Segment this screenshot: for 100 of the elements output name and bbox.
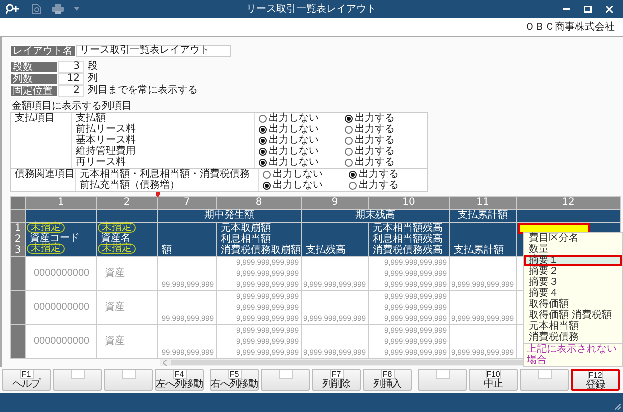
- unassigned-tag[interactable]: 未指定: [27, 244, 65, 254]
- company-name: ＯＢＣ商事株式会社: [525, 20, 615, 34]
- row-number: 1: [14, 223, 22, 234]
- column-group-header: 支払累計額: [450, 210, 516, 222]
- radio-button[interactable]: [345, 114, 353, 122]
- option-label: 出力する: [359, 180, 399, 191]
- resize-grip-icon[interactable]: [615, 404, 621, 410]
- row-number: 3: [14, 245, 22, 256]
- unassigned-tag[interactable]: 未指定: [98, 244, 136, 254]
- list-item[interactable]: 摘要３: [524, 277, 622, 288]
- category-label: 債務関連項目: [14, 169, 75, 182]
- column-header[interactable]: 元本取崩額: [221, 223, 271, 234]
- category-label: 支払項目: [14, 113, 56, 126]
- list-item[interactable]: 摘要１: [524, 255, 622, 266]
- radio-button[interactable]: [345, 158, 353, 166]
- list-item[interactable]: 数量: [524, 244, 622, 255]
- field-label: 列数: [10, 73, 58, 85]
- split-marker-icon[interactable]: [156, 192, 160, 198]
- radio-button[interactable]: [345, 126, 353, 134]
- item-label: 前払充当額（債務増）: [80, 180, 180, 191]
- option-label: 出力しない: [273, 180, 323, 191]
- cell-text: 資産: [105, 302, 125, 313]
- row-number: 2: [14, 234, 22, 245]
- column-group-header: 期中発生額: [158, 210, 301, 222]
- function-key-button[interactable]: F7 列削除: [312, 369, 361, 391]
- option-label: 出力しない: [273, 169, 323, 180]
- number-field[interactable]: 2: [58, 85, 84, 97]
- function-key-button[interactable]: F1 ヘルプ: [2, 369, 51, 391]
- column-header[interactable]: 消費税債務取崩額: [221, 245, 301, 256]
- option-label: 出力しない: [269, 135, 319, 146]
- window-title: リース取引一覧表レイアウト: [246, 2, 376, 16]
- row-header-cell: [11, 325, 25, 358]
- item-label: 維持管理費用: [76, 146, 136, 157]
- radio-button[interactable]: [259, 126, 267, 134]
- option-label: 出力する: [355, 124, 395, 135]
- column-header[interactable]: 消費税債務残高: [373, 245, 443, 256]
- column-group-header: 期末残高: [302, 210, 449, 222]
- option-label: 出力する: [355, 157, 395, 168]
- list-item[interactable]: 摘要４: [524, 288, 622, 299]
- item-label: 基本リース料: [76, 135, 136, 146]
- column-header[interactable]: 支払累計額: [454, 245, 504, 256]
- function-key-button[interactable]: F5 右へ列移動: [210, 369, 259, 391]
- radio-button[interactable]: [259, 114, 267, 122]
- unit-label: 列目までを常に表示する: [87, 85, 198, 97]
- radio-button[interactable]: [259, 136, 267, 144]
- section-title: 金額項目に表示する列項目: [12, 101, 133, 112]
- list-item[interactable]: 元本相当額: [524, 321, 622, 332]
- cell-text: 資産: [105, 268, 125, 279]
- column-header[interactable]: 支払残高: [306, 245, 346, 256]
- column-header[interactable]: 元本相当額残高: [373, 223, 443, 234]
- radio-button[interactable]: [349, 182, 357, 190]
- list-item[interactable]: 取得価額: [524, 299, 622, 310]
- item-label: 元本相当額・利息相当額・消費税債務: [80, 169, 250, 180]
- unassigned-tag[interactable]: 未指定: [27, 223, 65, 233]
- unassigned-tag[interactable]: 未指定: [98, 223, 136, 233]
- list-item[interactable]: 取得価額 消費税額: [524, 310, 622, 321]
- preview-icon[interactable]: [32, 4, 42, 14]
- radio-button[interactable]: [345, 136, 353, 144]
- layout-name-field[interactable]: リース取引一覧表レイアウト: [76, 45, 231, 57]
- hint-text: 上記に表示されない場合: [524, 343, 622, 366]
- item-label: 前払リース料: [76, 124, 136, 135]
- option-label: 出力しない: [269, 146, 319, 157]
- option-label: 出力しない: [269, 124, 319, 135]
- item-label: 再リース料: [76, 157, 126, 168]
- list-item[interactable]: 摘要２: [524, 266, 622, 277]
- key-plus-icon[interactable]: [6, 4, 22, 14]
- function-key-button[interactable]: F12 登録: [571, 369, 620, 391]
- number-field[interactable]: 3: [58, 61, 84, 73]
- dropdown-arrow-icon[interactable]: [74, 7, 80, 11]
- radio-button[interactable]: [259, 148, 267, 156]
- field-label: 固定位置: [10, 85, 58, 97]
- column-header[interactable]: 額: [162, 245, 172, 256]
- row-header-cell: [11, 291, 25, 324]
- radio-button[interactable]: [345, 148, 353, 156]
- function-key-button[interactable]: F10 中止: [469, 369, 518, 391]
- radio-button[interactable]: [263, 182, 271, 190]
- printer-icon[interactable]: [52, 4, 64, 14]
- maximize-icon[interactable]: [584, 6, 592, 12]
- cell-text: 0000000000: [34, 302, 90, 313]
- function-key-button[interactable]: F8 列挿入: [363, 369, 412, 391]
- cell-text: 0000000000: [34, 336, 90, 347]
- column-header[interactable]: 資産コード: [30, 233, 80, 244]
- column-header[interactable]: 利息相当額: [221, 234, 271, 245]
- radio-button[interactable]: [349, 170, 357, 178]
- close-icon[interactable]: [606, 6, 613, 12]
- number-field[interactable]: 12: [58, 73, 84, 85]
- option-label: 出力する: [355, 146, 395, 157]
- item-label: 支払額: [76, 113, 106, 124]
- list-item[interactable]: 費目区分名: [524, 233, 622, 244]
- list-item[interactable]: 消費税債務: [524, 332, 622, 343]
- column-header[interactable]: 利息相当額残高: [373, 234, 443, 245]
- field-label: レイアウト名: [10, 45, 76, 57]
- radio-button[interactable]: [263, 170, 271, 178]
- option-label: 出力する: [355, 113, 395, 124]
- column-header[interactable]: 資産名: [101, 233, 131, 244]
- grid-corner: [11, 197, 25, 209]
- option-label: 出力しない: [269, 157, 319, 168]
- function-key-button[interactable]: F4 左へ列移動: [155, 369, 204, 391]
- radio-button[interactable]: [259, 158, 267, 166]
- cell-text: 0000000000: [34, 268, 90, 279]
